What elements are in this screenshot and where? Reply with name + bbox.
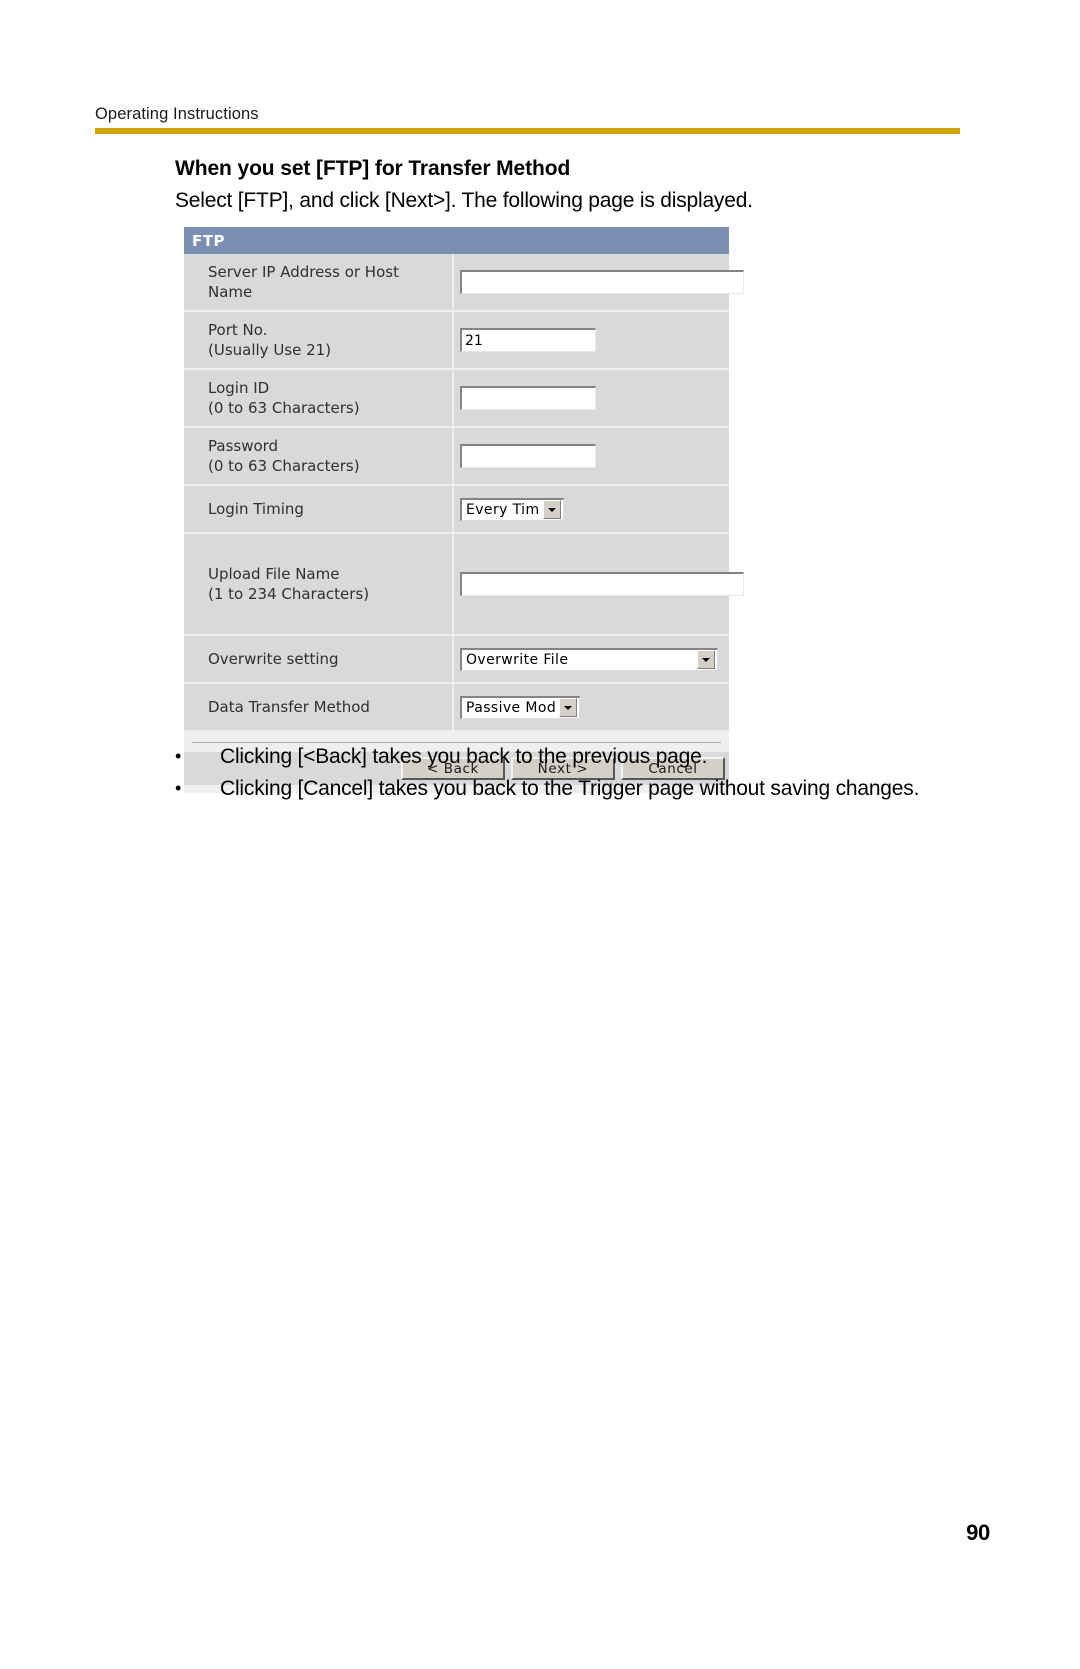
ftp-settings-panel: FTP Server IP Address or Host Name Port … xyxy=(184,227,744,793)
data-transfer-method-select[interactable]: Passive Mode xyxy=(460,695,580,719)
chevron-down-icon[interactable] xyxy=(697,650,715,669)
field-label-line2: (1 to 234 Characters) xyxy=(208,585,370,603)
field-cell xyxy=(453,533,744,636)
section-title: When you set [FTP] for Transfer Method xyxy=(175,157,571,180)
field-label-line1: Overwrite setting xyxy=(208,650,339,668)
table-row: Data Transfer Method Passive Mode xyxy=(184,683,729,732)
field-label-port-no: Port No. (Usually Use 21) xyxy=(184,311,454,370)
header-rule xyxy=(95,128,960,134)
table-row: Password (0 to 63 Characters) xyxy=(184,427,729,486)
login-timing-select[interactable]: Every Time xyxy=(460,497,564,521)
field-label-upload-file-name: Upload File Name (1 to 234 Characters) xyxy=(184,533,454,636)
table-row: Upload File Name (1 to 234 Characters) xyxy=(184,533,744,636)
password-input[interactable] xyxy=(460,444,596,468)
field-label-login-timing: Login Timing xyxy=(184,485,454,534)
panel-title-text: FTP xyxy=(192,231,225,250)
panel-titlebar: FTP xyxy=(184,227,729,254)
field-label-line1: Server IP Address or Host xyxy=(208,263,399,281)
field-label-login-id: Login ID (0 to 63 Characters) xyxy=(184,369,454,428)
field-label-line2: Name xyxy=(208,283,253,301)
bullet-icon: • xyxy=(175,778,182,798)
list-item-text: Clicking [Cancel] takes you back to the … xyxy=(220,777,920,800)
login-timing-value: Every Time xyxy=(466,501,539,518)
list-item-text: Clicking [<Back] takes you back to the p… xyxy=(220,745,708,768)
page-number: 90 xyxy=(966,1520,990,1545)
bullet-icon: • xyxy=(175,746,182,766)
running-head: Operating Instructions xyxy=(95,105,259,123)
port-no-input[interactable] xyxy=(460,328,596,352)
field-label-line1: Login Timing xyxy=(208,500,304,518)
field-label-line1: Login ID xyxy=(208,379,270,397)
field-label-overwrite-setting: Overwrite setting xyxy=(184,635,454,684)
field-cell xyxy=(453,427,729,486)
field-label-data-transfer-method: Data Transfer Method xyxy=(184,683,454,732)
table-row: Overwrite setting Overwrite File xyxy=(184,635,729,684)
login-id-input[interactable] xyxy=(460,386,596,410)
overwrite-setting-select[interactable]: Overwrite File xyxy=(460,647,718,671)
table-row: Login ID (0 to 63 Characters) xyxy=(184,369,729,428)
overwrite-setting-value: Overwrite File xyxy=(466,651,569,668)
field-cell: Overwrite File xyxy=(453,635,729,684)
table-row: Login Timing Every Time xyxy=(184,485,729,534)
section-lede: Select [FTP], and click [Next>]. The fol… xyxy=(175,189,753,212)
field-label-password: Password (0 to 63 Characters) xyxy=(184,427,454,486)
upload-file-name-input[interactable] xyxy=(460,572,744,596)
field-label-line2: (0 to 63 Characters) xyxy=(208,399,360,417)
table-row: Port No. (Usually Use 21) xyxy=(184,311,729,370)
chevron-down-icon[interactable] xyxy=(559,698,577,717)
data-transfer-method-value: Passive Mode xyxy=(466,699,555,716)
chevron-down-icon[interactable] xyxy=(543,500,561,519)
list-item: • Clicking [<Back] takes you back to the… xyxy=(175,742,965,771)
field-label-server-address: Server IP Address or Host Name xyxy=(184,254,454,312)
field-cell xyxy=(453,311,729,370)
field-cell xyxy=(453,254,744,312)
server-address-input[interactable] xyxy=(460,270,744,294)
field-label-line2: (Usually Use 21) xyxy=(208,341,332,359)
field-label-line1: Upload File Name xyxy=(208,565,340,583)
table-row: Server IP Address or Host Name xyxy=(184,254,744,312)
field-cell: Every Time xyxy=(453,485,729,534)
page-header: Operating Instructions xyxy=(95,104,960,134)
field-label-line1: Password xyxy=(208,437,279,455)
ftp-form-table: Server IP Address or Host Name Port No. … xyxy=(184,254,744,732)
field-cell xyxy=(453,369,729,428)
field-cell: Passive Mode xyxy=(453,683,729,732)
field-label-line1: Port No. xyxy=(208,321,268,339)
notes-list: • Clicking [<Back] takes you back to the… xyxy=(175,742,965,806)
field-label-line1: Data Transfer Method xyxy=(208,698,370,716)
list-item: • Clicking [Cancel] takes you back to th… xyxy=(175,774,965,803)
field-label-line2: (0 to 63 Characters) xyxy=(208,457,360,475)
panel-body: Server IP Address or Host Name Port No. … xyxy=(184,254,744,793)
